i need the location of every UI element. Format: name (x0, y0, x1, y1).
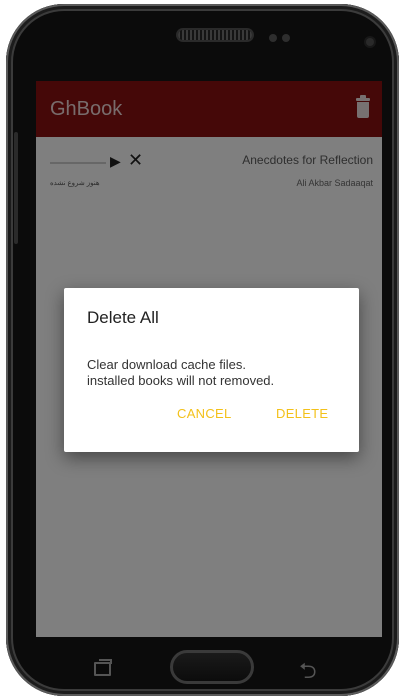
front-camera (366, 38, 374, 46)
sensor-dot (282, 34, 290, 42)
recent-apps-icon[interactable] (94, 659, 112, 676)
delete-all-dialog: Delete All Clear download cache files. i… (64, 288, 359, 452)
cancel-button[interactable]: CANCEL (177, 406, 232, 421)
sensor-dot (269, 34, 277, 42)
volume-button (14, 132, 18, 244)
app-screen: GhBook ▶ ✕ هنوز شروع نشده Anecdotes for … (36, 81, 382, 637)
dialog-title: Delete All (87, 308, 159, 327)
home-button[interactable] (170, 650, 254, 684)
back-icon[interactable]: ⮌ (299, 654, 317, 692)
speaker-grille (178, 30, 252, 40)
dialog-message: Clear download cache files. installed bo… (87, 357, 275, 388)
delete-button[interactable]: DELETE (276, 406, 328, 421)
